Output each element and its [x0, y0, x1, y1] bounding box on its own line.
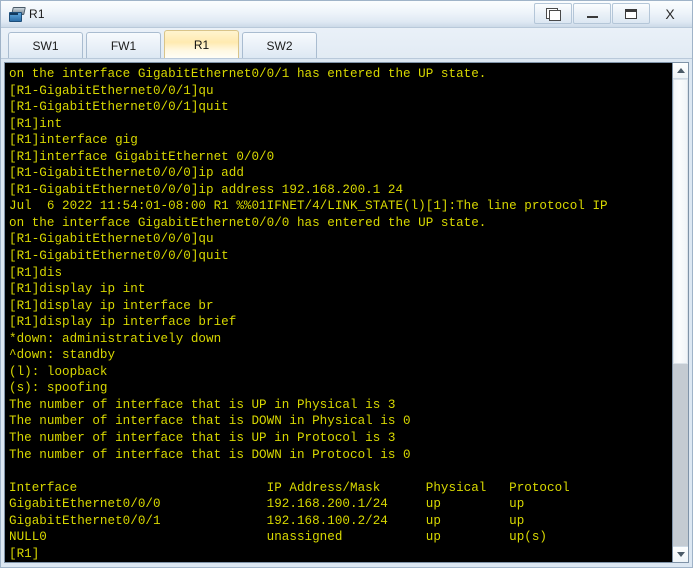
tab-sw2-label: SW2	[266, 38, 293, 53]
console-output: on the interface GigabitEthernet0/0/1 ha…	[5, 63, 672, 562]
scrollbar-thumb[interactable]	[673, 79, 688, 364]
console-line: [R1-GigabitEthernet0/0/1]qu	[9, 83, 214, 98]
console-line: Jul 6 2022 11:54:01-08:00 R1 %%01IFNET/4…	[9, 199, 608, 214]
tab-sw2[interactable]: SW2	[242, 32, 317, 58]
restore-button[interactable]	[534, 3, 572, 24]
console-line: Interface IP Address/Mask Physical Proto…	[9, 480, 570, 495]
scroll-up-button[interactable]	[673, 63, 688, 79]
console-line: [R1-GigabitEthernet0/0/0]ip address 192.…	[9, 182, 404, 197]
window-controls: X	[534, 3, 689, 24]
close-button[interactable]: X	[651, 3, 689, 24]
maximize-icon	[625, 8, 637, 19]
terminal-window: R1 X SW1 FW1 R1 SW2 on the interface Gig…	[0, 0, 693, 568]
tab-r1[interactable]: R1	[164, 30, 239, 58]
console-line: [R1]interface gig	[9, 133, 138, 148]
device-tab-bar: SW1 FW1 R1 SW2	[1, 28, 692, 59]
minimize-icon	[586, 16, 598, 18]
console-line: [R1]dis	[9, 265, 63, 280]
console-line: [R1]display ip interface br	[9, 298, 214, 313]
tab-fw1[interactable]: FW1	[86, 32, 161, 58]
console-line: ^down: standby	[9, 348, 116, 363]
console-line: [R1-GigabitEthernet0/0/0]quit	[9, 249, 229, 264]
router-icon	[8, 6, 26, 23]
console-line: [R1-GigabitEthernet0/0/1]quit	[9, 100, 229, 115]
console-line: [R1]display ip int	[9, 282, 146, 297]
scroll-down-button[interactable]	[673, 546, 688, 562]
console-line: [R1]interface GigabitEthernet 0/0/0	[9, 149, 275, 164]
console-line: GigabitEthernet0/0/0 192.168.200.1/24 up…	[9, 497, 525, 512]
console-line: The number of interface that is UP in Ph…	[9, 397, 396, 412]
maximize-button[interactable]	[612, 3, 650, 24]
console-line: on the interface GigabitEthernet0/0/0 ha…	[9, 215, 487, 230]
console-line: [R1]	[9, 546, 40, 561]
title-bar: R1 X	[1, 1, 692, 28]
console-line: (s): spoofing	[9, 381, 108, 396]
tab-sw1-label: SW1	[32, 38, 59, 53]
console-line: (l): loopback	[9, 364, 108, 379]
console-line: The number of interface that is DOWN in …	[9, 447, 411, 462]
close-icon: X	[665, 5, 675, 22]
restore-icon	[546, 7, 561, 21]
console-line: [R1]display ip interface brief	[9, 315, 237, 330]
console-line: The number of interface that is DOWN in …	[9, 414, 411, 429]
console-line: The number of interface that is UP in Pr…	[9, 431, 396, 446]
vertical-scrollbar[interactable]	[672, 62, 689, 563]
console-line: on the interface GigabitEthernet0/0/1 ha…	[9, 67, 487, 81]
terminal-area: on the interface GigabitEthernet0/0/1 ha…	[1, 59, 692, 567]
cli-console[interactable]: on the interface GigabitEthernet0/0/1 ha…	[4, 62, 672, 563]
scrollbar-track[interactable]	[673, 79, 688, 546]
console-line: NULL0 unassigned up up(s)	[9, 530, 548, 545]
tab-sw1[interactable]: SW1	[8, 32, 83, 58]
window-title: R1	[29, 7, 45, 21]
tab-fw1-label: FW1	[110, 38, 137, 53]
console-line: [R1]int	[9, 116, 63, 131]
minimize-button[interactable]	[573, 3, 611, 24]
tab-r1-label: R1	[193, 37, 210, 52]
chevron-down-icon	[676, 552, 685, 557]
console-line: GigabitEthernet0/0/1 192.168.100.2/24 up…	[9, 513, 525, 528]
console-line: [R1-GigabitEthernet0/0/0]ip add	[9, 166, 244, 181]
console-line: *down: administratively down	[9, 331, 222, 346]
chevron-up-icon	[676, 68, 685, 73]
console-line: [R1-GigabitEthernet0/0/0]qu	[9, 232, 214, 247]
